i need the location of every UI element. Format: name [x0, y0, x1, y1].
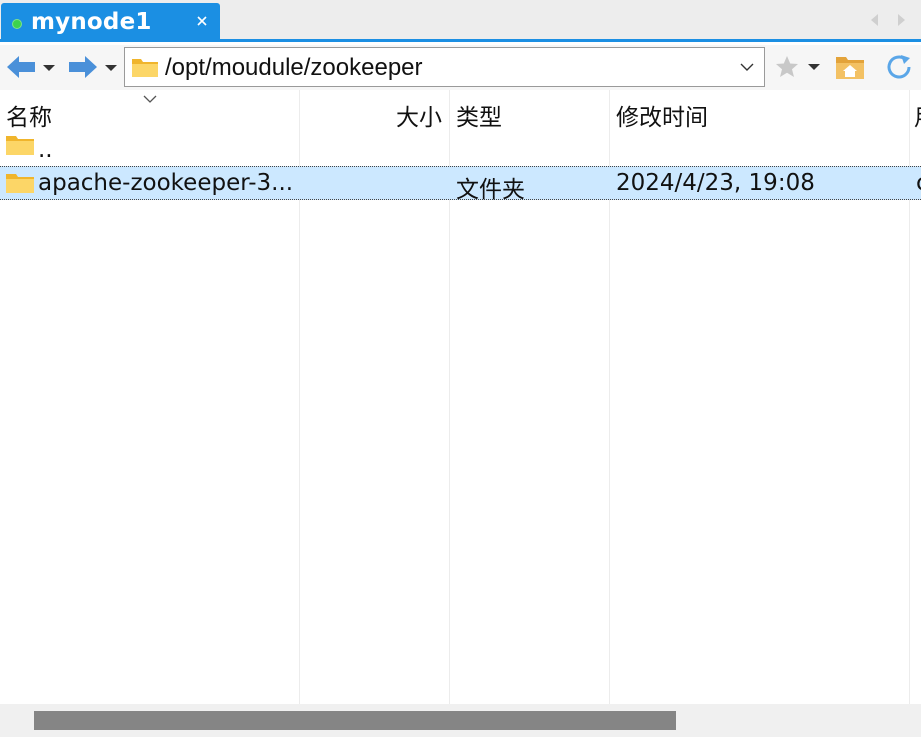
star-icon[interactable] — [774, 54, 800, 80]
column-header-extra[interactable]: 用 — [914, 98, 921, 132]
connection-status-icon — [12, 19, 22, 29]
tab-label: mynode1 — [31, 9, 152, 35]
column-header-name[interactable]: 名称 — [6, 98, 52, 132]
back-dropdown-icon[interactable] — [40, 53, 58, 81]
folder-icon — [6, 174, 34, 193]
close-icon[interactable] — [195, 14, 209, 28]
file-type: 文件夹 — [456, 177, 525, 203]
folder-icon — [6, 136, 34, 155]
back-arrow-icon[interactable] — [4, 53, 38, 81]
forward-arrow-icon[interactable] — [66, 53, 100, 81]
file-modified: 2024/4/23, 19:08 — [616, 170, 815, 196]
bookmark-dropdown-icon[interactable] — [806, 58, 822, 74]
refresh-icon[interactable] — [882, 52, 916, 82]
list-item[interactable]: .. — [0, 130, 921, 164]
file-list[interactable]: 名称 大小 类型 修改时间 用 .. apache-zookeeper-3...… — [0, 90, 921, 704]
tab-bar: mynode1 — [0, 0, 921, 42]
forward-dropdown-icon[interactable] — [102, 53, 120, 81]
tab-scroll-left-icon[interactable] — [868, 12, 882, 28]
file-name: apache-zookeeper-3... — [38, 170, 294, 196]
horizontal-scrollbar[interactable] — [0, 704, 921, 737]
scrollbar-thumb[interactable] — [34, 711, 676, 730]
column-header-size[interactable]: 大小 — [396, 98, 442, 132]
file-name: .. — [38, 137, 53, 163]
path-text: /opt/moudule/zookeeper — [165, 54, 423, 81]
home-folder-icon[interactable] — [834, 53, 866, 81]
file-extra: c — [916, 170, 921, 196]
folder-icon — [132, 59, 158, 77]
sort-chevron-icon — [143, 95, 157, 103]
path-field[interactable]: /opt/moudule/zookeeper — [124, 47, 765, 87]
column-header-modified[interactable]: 修改时间 — [616, 98, 708, 132]
chevron-down-icon[interactable] — [739, 60, 755, 74]
list-item[interactable]: apache-zookeeper-3... 文件夹 2024/4/23, 19:… — [0, 166, 921, 203]
toolbar: /opt/moudule/zookeeper — [0, 45, 921, 90]
tab-scroll-right-icon[interactable] — [894, 12, 908, 28]
session-tab[interactable]: mynode1 — [1, 3, 220, 42]
column-header-type[interactable]: 类型 — [456, 98, 502, 132]
